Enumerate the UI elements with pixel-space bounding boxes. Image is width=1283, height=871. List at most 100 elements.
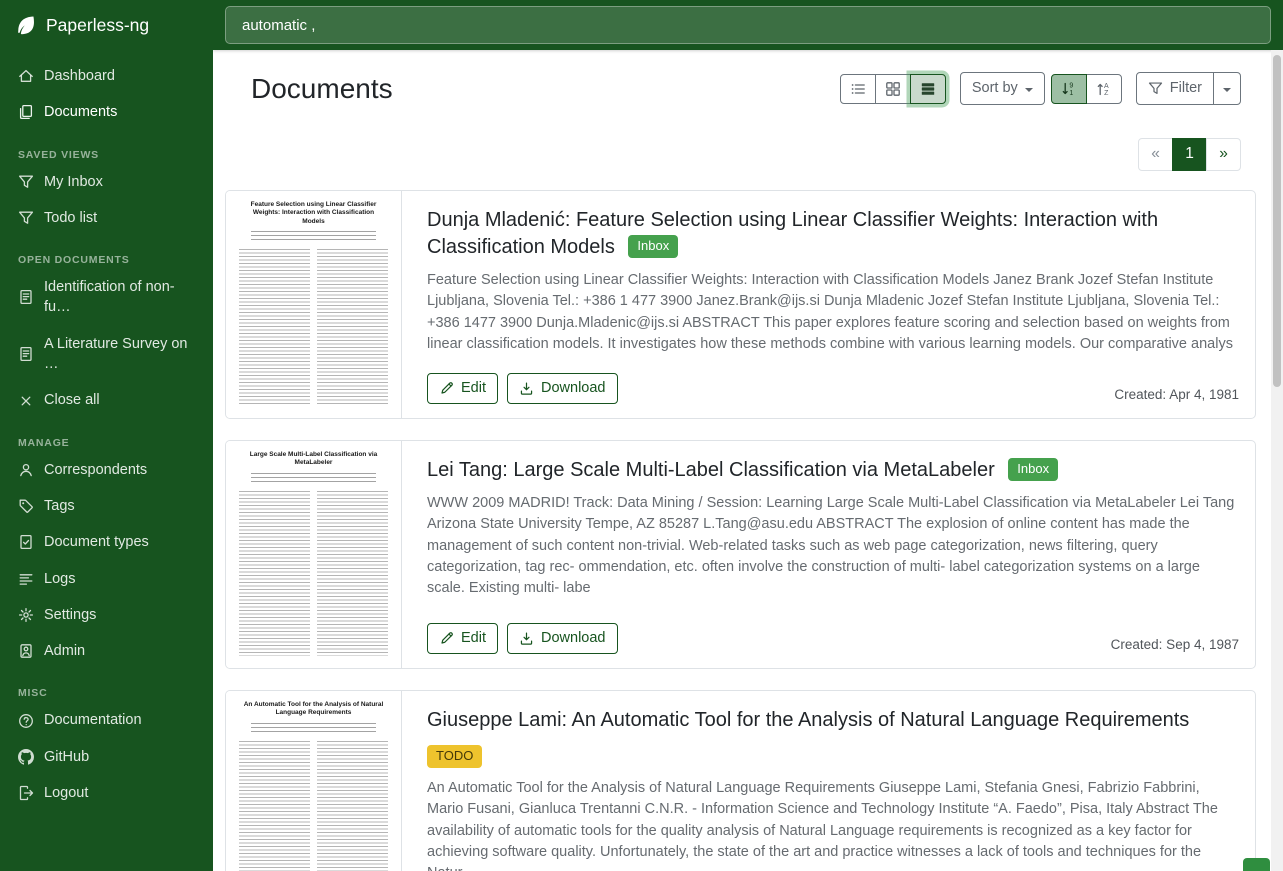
document-excerpt: An Automatic Tool for the Analysis of Na…: [427, 778, 1239, 871]
sort-controls: Sort by: [960, 72, 1122, 105]
topbar: [213, 0, 1283, 50]
search-input[interactable]: [225, 6, 1271, 44]
edit-button[interactable]: Edit: [427, 623, 498, 654]
document-title: Lei Tang: Large Scale Multi-Label Classi…: [427, 457, 1239, 484]
sidebar-item-todo-list[interactable]: Todo list: [0, 200, 213, 236]
sidebar-item-label: Identification of non-fu…: [44, 277, 195, 318]
thumbnail-paper-title: An Automatic Tool for the Analysis of Na…: [241, 701, 386, 718]
sort-by-label: Sort by: [972, 78, 1018, 99]
document-thumbnail[interactable]: An Automatic Tool for the Analysis of Na…: [226, 691, 402, 871]
thumbnail-paper-title: Large Scale Multi-Label Classification v…: [241, 451, 386, 468]
scroll-to-top-button[interactable]: [1243, 858, 1270, 871]
thumbnail-text-columns: [239, 491, 388, 656]
sidebar-item-tags[interactable]: Tags: [0, 488, 213, 524]
document-card: Feature Selection using Linear Classifie…: [225, 190, 1256, 419]
sidebar-item-documents[interactable]: Documents: [0, 94, 213, 130]
tag-badge[interactable]: TODO: [427, 745, 482, 768]
sidebar-item-document-types[interactable]: Document types: [0, 524, 213, 560]
view-controls: Sort by Filter: [840, 72, 1241, 105]
details-view-icon: [920, 81, 936, 97]
document-title-link[interactable]: Dunja Mladenić: Feature Selection using …: [427, 209, 1158, 258]
pagination-next-button[interactable]: »: [1206, 138, 1241, 171]
view-list-button[interactable]: [840, 74, 876, 104]
sidebar-item-my-inbox[interactable]: My Inbox: [0, 164, 213, 200]
tag-icon: [18, 498, 34, 514]
sort-by-dropdown[interactable]: Sort by: [960, 72, 1045, 105]
house-icon: [18, 68, 34, 84]
filter-dropdown-toggle[interactable]: [1213, 72, 1241, 105]
sidebar-item-close-all[interactable]: Close all: [0, 382, 213, 418]
sidebar-item-label: Logout: [44, 783, 88, 803]
thumbnail-page: Feature Selection using Linear Classifie…: [226, 191, 401, 418]
sort-direction-group: [1051, 74, 1122, 104]
sort-ascending-button[interactable]: [1086, 74, 1122, 104]
file-text-icon: [18, 289, 34, 305]
sort-descending-button[interactable]: [1051, 74, 1087, 104]
list-icon: [18, 571, 34, 587]
sidebar-item-open-doc-1[interactable]: Identification of non-fu…: [0, 269, 213, 326]
created-date: Created: Apr 4, 1981: [1114, 387, 1239, 404]
document-card-body: Lei Tang: Large Scale Multi-Label Classi…: [402, 441, 1255, 668]
list-view-icon: [850, 81, 866, 97]
thumbnail-authors-block: [251, 231, 376, 242]
funnel-icon: [1148, 81, 1163, 96]
question-circle-icon: [18, 713, 34, 729]
sidebar-item-admin[interactable]: Admin: [0, 633, 213, 669]
sidebar: Paperless-ng Dashboard Documents SAVED V…: [0, 0, 213, 871]
sidebar-item-settings[interactable]: Settings: [0, 597, 213, 633]
vertical-scrollbar[interactable]: [1271, 50, 1283, 871]
file-text-icon: [18, 346, 34, 362]
sort-numeric-down-icon: [1061, 81, 1077, 97]
sidebar-item-label: Documents: [44, 102, 117, 122]
download-button-label: Download: [541, 378, 606, 399]
filter-label: Filter: [1170, 78, 1202, 99]
pagination-page-1-button[interactable]: 1: [1172, 138, 1207, 171]
sidebar-item-label: Logs: [44, 569, 75, 589]
sidebar-item-logout[interactable]: Logout: [0, 775, 213, 811]
sidebar-item-open-doc-2[interactable]: A Literature Survey on …: [0, 326, 213, 383]
thumbnail-text-columns: [239, 249, 388, 406]
pagination-prev-button[interactable]: «: [1138, 138, 1173, 171]
app-brand[interactable]: Paperless-ng: [0, 0, 213, 50]
sidebar-item-label: My Inbox: [44, 172, 103, 192]
edit-button-label: Edit: [461, 378, 486, 399]
sidebar-item-github[interactable]: GitHub: [0, 739, 213, 775]
sidebar-item-dashboard[interactable]: Dashboard: [0, 58, 213, 94]
sidebar-item-correspondents[interactable]: Correspondents: [0, 452, 213, 488]
download-button[interactable]: Download: [507, 373, 618, 404]
view-details-button[interactable]: [910, 74, 946, 104]
person-badge-icon: [18, 643, 34, 659]
document-thumbnail[interactable]: Feature Selection using Linear Classifie…: [226, 191, 402, 418]
sidebar-item-logs[interactable]: Logs: [0, 561, 213, 597]
sidebar-item-label: Documentation: [44, 710, 142, 730]
grid-view-icon: [885, 81, 901, 97]
filter-group: Filter: [1136, 72, 1241, 105]
created-date: Created: Sep 4, 1987: [1111, 637, 1239, 654]
file-check-icon: [18, 534, 34, 550]
document-thumbnail[interactable]: Large Scale Multi-Label Classification v…: [226, 441, 402, 668]
document-title: Giuseppe Lami: An Automatic Tool for the…: [427, 707, 1239, 734]
view-grid-button[interactable]: [875, 74, 911, 104]
caret-down-icon: [1223, 88, 1231, 92]
sidebar-item-label: Document types: [44, 532, 149, 552]
document-title-link[interactable]: Lei Tang: Large Scale Multi-Label Classi…: [427, 459, 995, 481]
scrollbar-thumb[interactable]: [1273, 55, 1281, 387]
sidebar-section-saved-views: SAVED VIEWS: [18, 149, 195, 161]
close-icon: [18, 393, 34, 409]
download-button[interactable]: Download: [507, 623, 618, 654]
funnel-icon: [18, 174, 34, 190]
document-card: An Automatic Tool for the Analysis of Na…: [225, 690, 1256, 871]
edit-button[interactable]: Edit: [427, 373, 498, 404]
download-button-label: Download: [541, 628, 606, 649]
thumbnail-text-columns: [239, 741, 388, 871]
sidebar-section-misc: MISC: [18, 687, 195, 699]
sort-alpha-up-icon: [1096, 81, 1112, 97]
tag-badge[interactable]: Inbox: [1008, 458, 1058, 481]
sidebar-item-documentation[interactable]: Documentation: [0, 702, 213, 738]
filter-button[interactable]: Filter: [1136, 72, 1214, 105]
thumbnail-authors-block: [251, 723, 376, 734]
document-title-link[interactable]: Giuseppe Lami: An Automatic Tool for the…: [427, 709, 1189, 731]
sidebar-item-label: Dashboard: [44, 66, 115, 86]
tag-badge[interactable]: Inbox: [628, 235, 678, 258]
sidebar-item-label: Admin: [44, 641, 85, 661]
